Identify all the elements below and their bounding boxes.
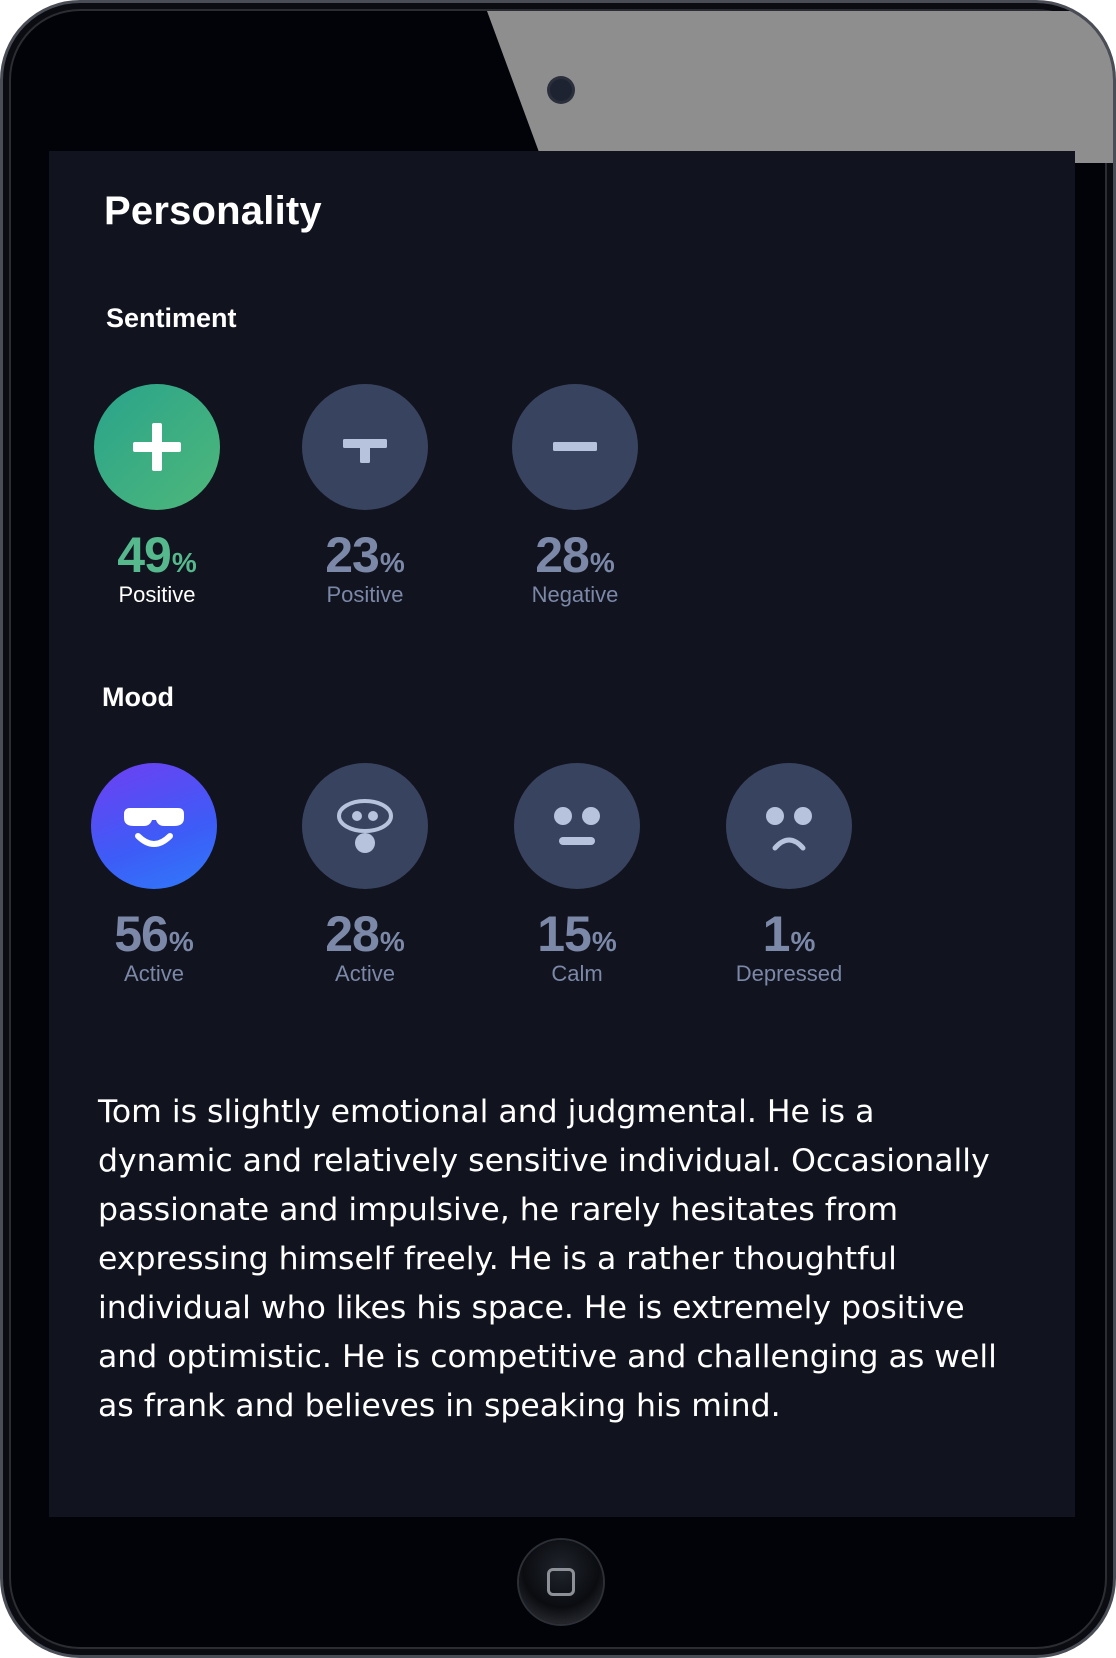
sentiment-label: Positive — [326, 582, 404, 607]
home-button[interactable] — [519, 1540, 603, 1624]
mood-value: 28% — [275, 909, 455, 959]
app-screen: Personality Sentiment 49% Positive 23% P… — [49, 151, 1075, 1517]
mood-section-title: Mood — [102, 682, 174, 712]
personality-description: Tom is slightly emotional and judgmental… — [98, 1094, 997, 1424]
sentiment-value-number: 23 — [325, 527, 380, 583]
sentiment-positive-circle — [94, 384, 220, 510]
mood-stat-active-2[interactable]: 28% Active — [275, 763, 455, 987]
surprised-face-icon — [337, 799, 393, 853]
sentiment-stat-neutral[interactable]: 23% Positive — [275, 384, 455, 608]
mood-calm-circle — [514, 763, 640, 889]
sentiment-neutral-circle — [302, 384, 428, 510]
sentiment-value-unit: % — [379, 547, 405, 578]
mood-label: Active — [124, 961, 184, 986]
tablet-frame: Personality Sentiment 49% Positive 23% P… — [0, 0, 1116, 1658]
mood-value-unit: % — [168, 926, 194, 957]
mood-label: Depressed — [735, 961, 843, 986]
mood-value: 15% — [487, 909, 667, 959]
neutral-t-icon — [343, 439, 387, 463]
mood-value-unit: % — [379, 926, 405, 957]
mood-stat-active-1[interactable]: 56% Active — [64, 763, 244, 987]
home-square-icon — [547, 1568, 575, 1596]
mood-value-number: 1 — [762, 906, 791, 962]
sunglasses-face-icon — [124, 808, 184, 847]
mood-label: Active — [335, 961, 395, 986]
sentiment-value-number: 28 — [535, 527, 590, 583]
sentiment-negative-circle — [512, 384, 638, 510]
mood-active-circle — [91, 763, 217, 889]
sentiment-section-title: Sentiment — [106, 303, 237, 333]
plus-icon — [133, 423, 181, 471]
camera-icon — [550, 79, 572, 101]
mood-value: 56% — [64, 909, 244, 959]
minus-icon — [553, 442, 597, 451]
mood-value-number: 28 — [325, 906, 380, 962]
sentiment-value: 23% — [275, 530, 455, 580]
mood-value-number: 56 — [114, 906, 169, 962]
mood-value-unit: % — [790, 926, 816, 957]
mood-surprised-circle — [302, 763, 428, 889]
sad-face-icon — [766, 807, 812, 851]
mood-depressed-circle — [726, 763, 852, 889]
mood-stat-depressed[interactable]: 1% Depressed — [699, 763, 879, 987]
sentiment-stat-positive[interactable]: 49% Positive — [67, 384, 247, 608]
mood-label: Calm — [551, 961, 603, 986]
sentiment-value: 49% — [67, 530, 247, 580]
page-title: Personality — [104, 189, 322, 233]
sentiment-value-unit: % — [171, 547, 197, 578]
sentiment-label: Negative — [531, 582, 619, 607]
sentiment-value-number: 49 — [117, 527, 172, 583]
sentiment-value-unit: % — [589, 547, 615, 578]
sentiment-stat-negative[interactable]: 28% Negative — [485, 384, 665, 608]
mood-stat-calm[interactable]: 15% Calm — [487, 763, 667, 987]
sentiment-label: Positive — [118, 582, 196, 607]
mood-value: 1% — [699, 909, 879, 959]
sentiment-value: 28% — [485, 530, 665, 580]
mood-value-number: 15 — [537, 906, 592, 962]
mood-value-unit: % — [591, 926, 617, 957]
neutral-face-icon — [554, 807, 600, 845]
